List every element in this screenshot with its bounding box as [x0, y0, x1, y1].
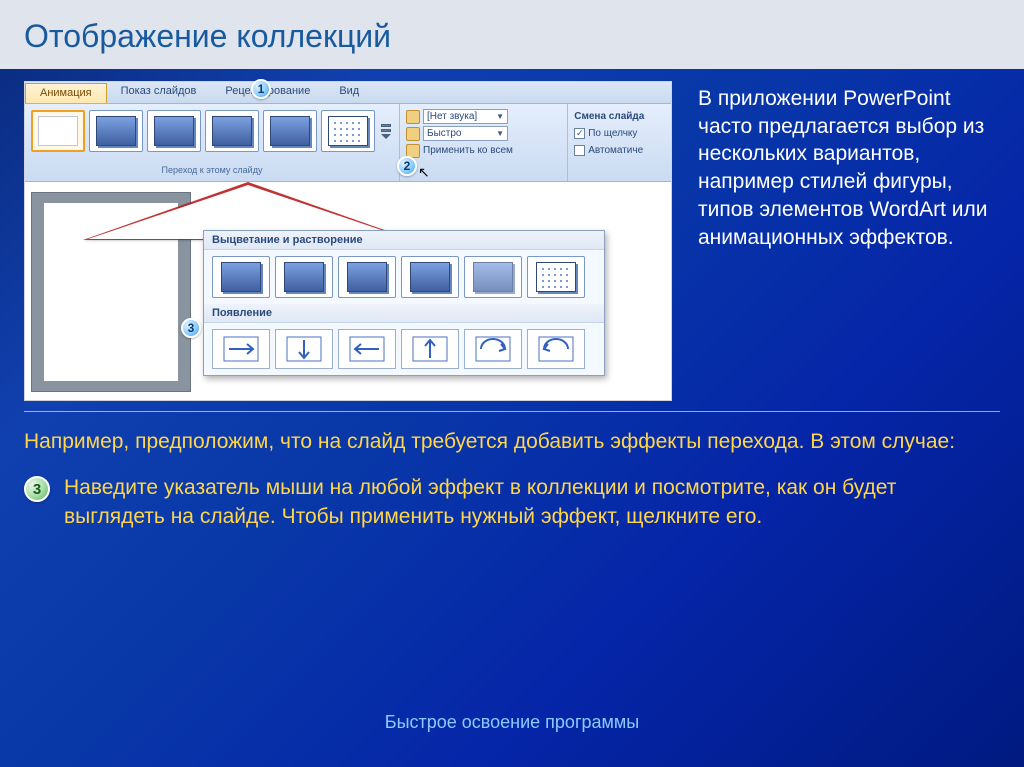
popup-section-fade: Выцветание и растворение: [204, 231, 604, 250]
fade-thumb[interactable]: [338, 256, 396, 298]
auto-checkbox[interactable]: [574, 145, 585, 156]
appear-thumb[interactable]: [401, 329, 459, 369]
transition-gallery-popup: Выцветание и растворение Появление: [203, 230, 605, 376]
callout-badge-3: 3: [181, 318, 201, 338]
speed-combo[interactable]: Быстро▼: [423, 126, 508, 141]
cursor-icon: ↖: [418, 164, 430, 181]
screenshot-column: Анимация Показ слайдов Рецензирование Ви…: [24, 81, 672, 401]
fade-thumb[interactable]: [527, 256, 585, 298]
sound-icon: [406, 110, 420, 124]
tab-animation[interactable]: Анимация: [25, 83, 107, 103]
title-band: Отображение коллекций: [0, 0, 1024, 69]
tab-slideshow[interactable]: Показ слайдов: [107, 82, 212, 103]
popup-fade-thumbs: [204, 250, 604, 304]
page-title: Отображение коллекций: [24, 18, 1000, 55]
gallery-more-button[interactable]: [379, 110, 395, 152]
ribbon-tab-strip: Анимация Показ слайдов Рецензирование Ви…: [25, 82, 671, 104]
advance-slide-group: Смена слайда ✓По щелчку Автоматиче: [567, 104, 671, 181]
callout-badge-1: 1: [251, 79, 271, 99]
lower-content: Например, предположим, что на слайд треб…: [0, 412, 1024, 531]
appear-thumb[interactable]: [338, 329, 396, 369]
group-label-transition: Переход к этому слайду: [25, 165, 399, 175]
transition-thumb[interactable]: [89, 110, 143, 152]
sound-combo[interactable]: [Нет звука]▼: [423, 109, 508, 124]
step-number-badge: 3: [24, 476, 50, 502]
fade-thumb[interactable]: [275, 256, 333, 298]
appear-thumb[interactable]: [527, 329, 585, 369]
step-row: 3 Наведите указатель мыши на любой эффек…: [24, 474, 1000, 531]
appear-thumb[interactable]: [275, 329, 333, 369]
auto-label: Автоматиче: [588, 145, 643, 156]
transition-thumb[interactable]: [263, 110, 317, 152]
fade-thumb[interactable]: [401, 256, 459, 298]
advance-group-title: Смена слайда: [574, 108, 665, 125]
speed-icon: [406, 127, 420, 141]
fade-thumb[interactable]: [464, 256, 522, 298]
description-text: В приложении PowerPoint часто предлагает…: [698, 81, 1000, 401]
fade-thumb[interactable]: [212, 256, 270, 298]
transition-thumb[interactable]: [147, 110, 201, 152]
transition-gallery: Переход к этому слайду: [25, 104, 399, 181]
apply-all-button[interactable]: Применить ко всем: [423, 145, 513, 156]
transition-thumb-none[interactable]: [31, 110, 85, 152]
popup-appear-thumbs: [204, 323, 604, 375]
footer-caption: Быстрое освоение программы: [0, 712, 1024, 733]
ribbon-body: Переход к этому слайду [Нет звука]▼ Быст…: [25, 104, 671, 182]
main-content-row: Анимация Показ слайдов Рецензирование Ви…: [0, 69, 1024, 401]
lead-paragraph: Например, предположим, что на слайд треб…: [24, 428, 1000, 456]
transition-thumb[interactable]: [205, 110, 259, 152]
on-click-label: По щелчку: [588, 128, 637, 139]
appear-thumb[interactable]: [212, 329, 270, 369]
on-click-checkbox[interactable]: ✓: [574, 128, 585, 139]
appear-thumb[interactable]: [464, 329, 522, 369]
transition-thumb[interactable]: [321, 110, 375, 152]
step-instruction: Наведите указатель мыши на любой эффект …: [64, 474, 1000, 531]
tab-view[interactable]: Вид: [325, 82, 374, 103]
callout-badge-2: 2: [397, 156, 417, 176]
ribbon-screenshot: Анимация Показ слайдов Рецензирование Ви…: [24, 81, 672, 401]
popup-section-appear: Появление: [204, 304, 604, 323]
